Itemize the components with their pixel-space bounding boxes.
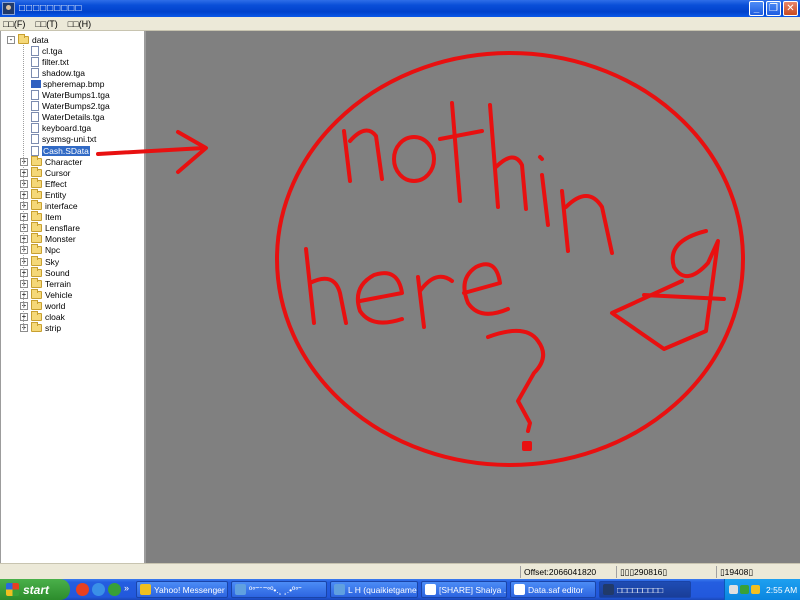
windows-flag-icon: [6, 583, 19, 596]
status-bar: Offset:2066041820 ▯▯▯290816▯ ▯19408▯: [0, 563, 800, 579]
taskbar-task[interactable]: □□□□□□□□□: [599, 581, 692, 598]
task-list: Yahoo! Messenger º°˜¨¨˜°º•.¸ ¸.•º°˜ L H (q…: [133, 581, 692, 598]
task-app-icon: [603, 584, 615, 595]
task-label: º°˜¨¨˜°º•.¸ ¸.•º°˜: [249, 584, 302, 595]
tray-icon-2[interactable]: [740, 585, 749, 594]
clock: 2:55 AM: [766, 584, 798, 595]
taskbar: start » Yahoo! Messenger º°˜¨¨˜°º•.¸ ¸.•º…: [0, 579, 800, 600]
firefox-icon[interactable]: [76, 583, 89, 596]
task-app-icon: [514, 584, 526, 595]
system-tray: 2:55 AM: [724, 579, 800, 600]
status-offset: Offset:2066041820: [520, 566, 596, 578]
task-label: Yahoo! Messenger: [154, 584, 225, 595]
taskbar-task[interactable]: [SHARE] Shaiya ...: [421, 581, 508, 598]
taskbar-task[interactable]: Data.saf editor: [510, 581, 597, 598]
taskbar-task[interactable]: L H (quaikietgamer): [330, 581, 419, 598]
more-icon[interactable]: »: [124, 583, 129, 596]
media-icon[interactable]: [108, 583, 121, 596]
taskbar-task[interactable]: Yahoo! Messenger: [136, 581, 229, 598]
tray-icon-1[interactable]: [729, 585, 738, 594]
scribble-arrow: [96, 130, 208, 174]
status-segment-3: ▯19408▯: [716, 566, 753, 578]
taskbar-task[interactable]: º°˜¨¨˜°º•.¸ ¸.•º°˜: [231, 581, 328, 598]
task-label: Data.saf editor: [528, 584, 584, 595]
task-label: [SHARE] Shaiya ...: [439, 584, 508, 595]
ie-icon[interactable]: [92, 583, 105, 596]
task-app-icon: [140, 584, 152, 595]
task-app-icon: [425, 584, 437, 595]
arrow-overlay: [96, 130, 208, 174]
task-app-icon: [235, 584, 247, 595]
status-segment-2: ▯▯▯290816▯: [616, 566, 667, 578]
start-button[interactable]: start: [0, 579, 70, 600]
task-label: L H (quaikietgamer): [348, 584, 419, 595]
quick-launch: »: [76, 583, 129, 596]
start-label: start: [23, 582, 50, 597]
tray-icon-3[interactable]: [751, 585, 760, 594]
task-app-icon: [334, 584, 346, 595]
task-label: □□□□□□□□□: [617, 584, 664, 595]
